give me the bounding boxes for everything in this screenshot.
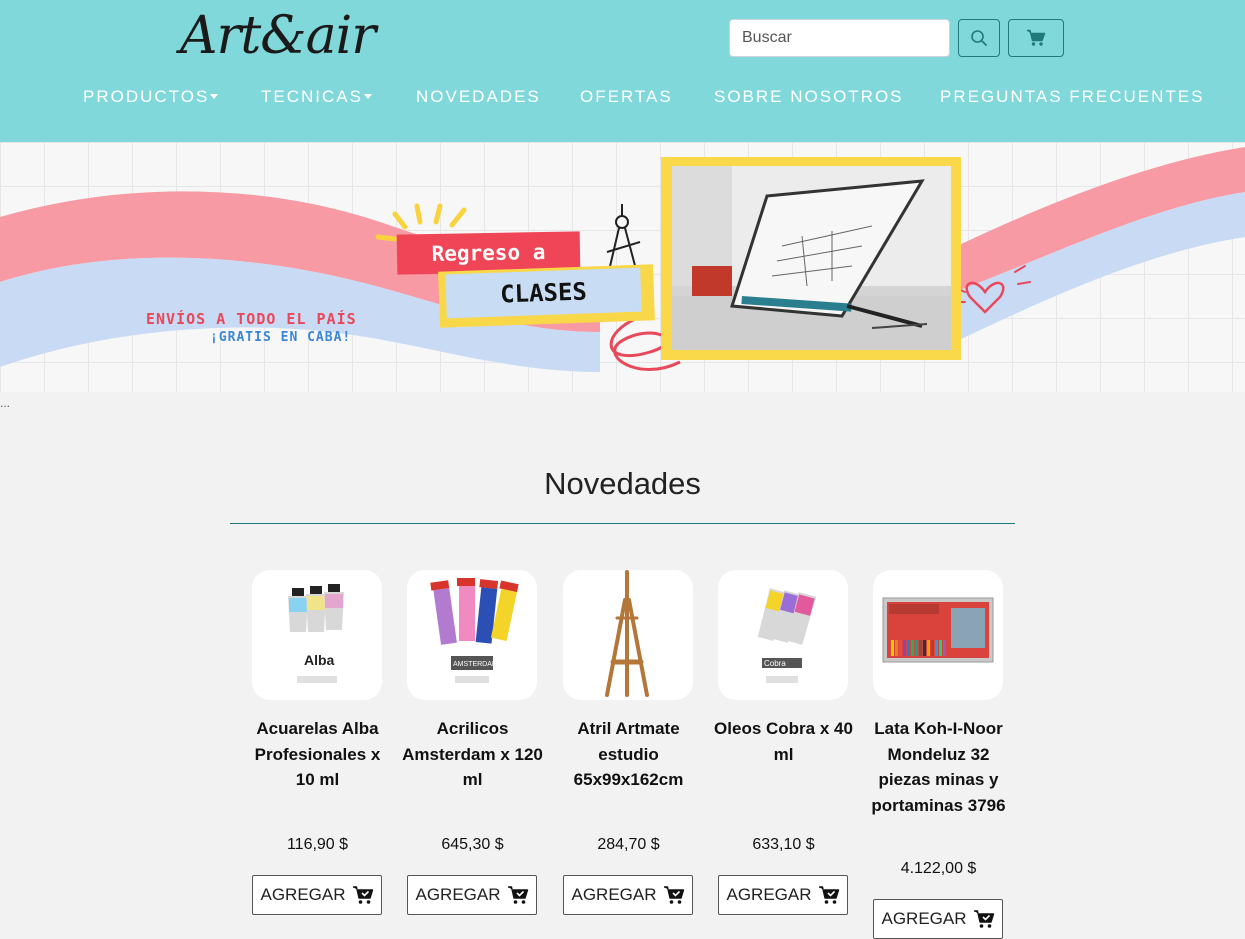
svg-text:Alba: Alba — [304, 652, 335, 668]
chevron-down-icon — [363, 93, 372, 99]
product-price: 645,30 $ — [441, 836, 504, 853]
acrylic-tubes-image: AMSTERDAM — [430, 578, 519, 683]
add-label: AGREGAR — [260, 885, 346, 904]
product-image[interactable] — [873, 570, 1003, 700]
loading-ellipsis: ... — [0, 396, 11, 410]
add-to-cart-button[interactable]: AGREGAR — [718, 875, 848, 915]
cart-add-icon — [352, 886, 373, 904]
banner-photo — [672, 166, 951, 350]
main-nav: PRODUCTOS TECNICAS NOVEDADES OFERTAS SOB… — [60, 86, 1220, 110]
cart-add-icon — [663, 886, 684, 904]
watercolor-tubes-image: Alba — [288, 584, 344, 683]
cart-add-icon — [507, 886, 528, 904]
site-logo[interactable]: Art&air — [180, 6, 376, 66]
oil-tubes-image: Cobra — [757, 588, 817, 683]
chevron-down-icon — [210, 93, 219, 99]
cart-icon — [1027, 29, 1046, 46]
nav-item-sobre-nosotros[interactable]: SOBRE NOSOTROS — [714, 86, 904, 108]
banner-free-text: ¡GRATIS EN CABA! — [210, 330, 352, 345]
product-price: 633,10 $ — [752, 836, 815, 853]
search-input[interactable] — [729, 19, 950, 57]
section-divider — [230, 523, 1015, 524]
product-price: 116,90 $ — [286, 836, 349, 853]
hero-carousel[interactable]: ENVÍOS A TODO EL PAÍS ¡GRATIS EN CABA! R… — [0, 142, 1245, 392]
banner-headline-2: CLASES — [445, 267, 642, 319]
add-label: AGREGAR — [571, 885, 657, 904]
section-title: Novedades — [544, 466, 701, 501]
search-button[interactable] — [958, 19, 1000, 57]
cart-add-icon — [818, 886, 839, 904]
site-header: Art&air PRODUCTOS TECNICAS NOVEDADES OFE… — [0, 0, 1245, 142]
nav-item-ofertas[interactable]: OFERTAS — [580, 86, 673, 108]
cart-button[interactable] — [1008, 19, 1064, 57]
add-to-cart-button[interactable]: AGREGAR — [252, 875, 382, 915]
product-price: 284,70 $ — [597, 836, 660, 853]
add-to-cart-button[interactable]: AGREGAR — [563, 875, 693, 915]
product-price: 4.122,00 $ — [900, 860, 977, 877]
product-name[interactable]: Acrilicos Amsterdam x 120 ml — [400, 716, 545, 793]
nav-item-preguntas-frecuentes[interactable]: PREGUNTAS FRECUENTES — [940, 86, 1205, 108]
product-name[interactable]: Acuarelas Alba Profesionales x 10 ml — [245, 716, 390, 793]
product-name[interactable]: Atril Artmate estudio 65x99x162cm — [556, 716, 701, 793]
search-icon — [971, 30, 987, 46]
add-label: AGREGAR — [881, 909, 967, 928]
banner-shipping-text: ENVÍOS A TODO EL PAÍS — [146, 310, 357, 328]
add-to-cart-button[interactable]: AGREGAR — [407, 875, 537, 915]
nav-label: PRODUCTOS — [83, 87, 210, 106]
wooden-easel-image — [605, 570, 649, 697]
nav-item-productos[interactable]: PRODUCTOS — [83, 86, 219, 108]
svg-text:AMSTERDAM: AMSTERDAM — [453, 661, 498, 668]
nav-item-novedades[interactable]: NOVEDADES — [416, 86, 541, 108]
product-image[interactable]: Alba — [252, 570, 382, 700]
svg-text:Cobra: Cobra — [764, 659, 786, 668]
add-to-cart-button[interactable]: AGREGAR — [873, 899, 1003, 939]
nav-label: TECNICAS — [261, 87, 363, 106]
cart-add-icon — [973, 910, 994, 928]
add-label: AGREGAR — [415, 885, 501, 904]
nav-item-tecnicas[interactable]: TECNICAS — [261, 86, 372, 108]
add-label: AGREGAR — [726, 885, 812, 904]
pencil-tin-image — [882, 597, 994, 663]
drawing-board-image — [672, 166, 951, 350]
product-image[interactable]: Cobra — [718, 570, 848, 700]
product-name[interactable]: Lata Koh-I-Noor Mondeluz 32 piezas minas… — [866, 716, 1011, 818]
product-image[interactable] — [563, 570, 693, 700]
product-name[interactable]: Oleos Cobra x 40 ml — [711, 716, 856, 767]
product-image[interactable]: AMSTERDAM — [407, 570, 537, 700]
